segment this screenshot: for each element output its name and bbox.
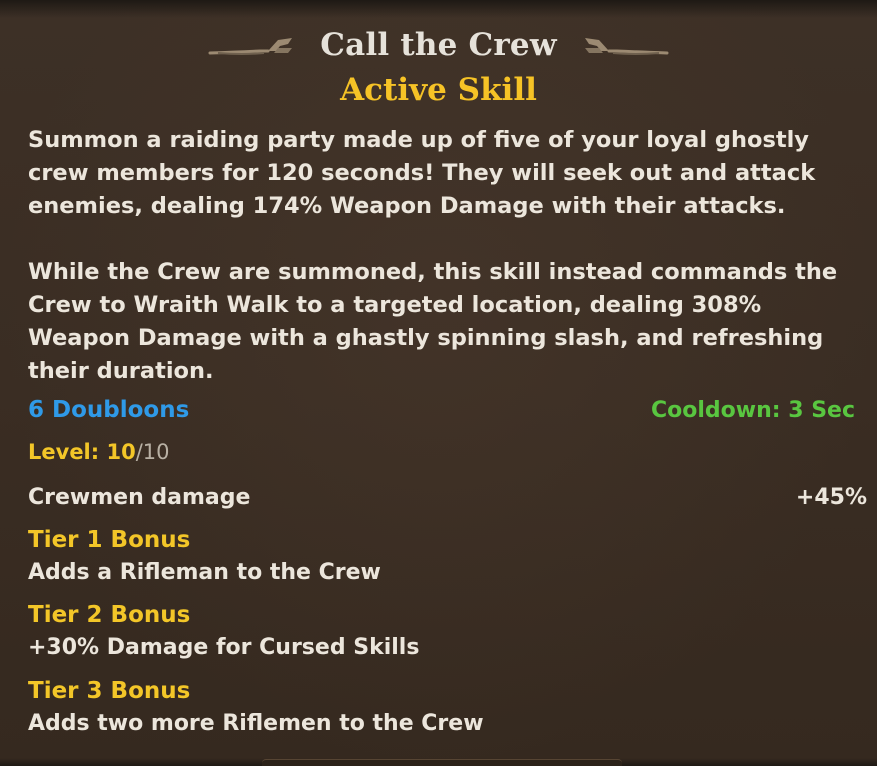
cost-cooldown-row: 6 Doubloons Cooldown: 3 Sec [28, 393, 867, 427]
tier-title: Tier 3 Bonus [28, 678, 191, 704]
tooltip-bottom-tab [262, 759, 622, 766]
skill-description-secondary: While the Crew are summoned, this skill … [28, 259, 838, 384]
ornament-flourish-left-icon [208, 38, 293, 55]
tooltip-top-edge [0, 0, 877, 18]
title-row: Call the Crew [0, 22, 877, 68]
skill-cooldown: Cooldown: 3 Sec [651, 397, 855, 423]
tier-bonus-2: Tier 2 Bonus +30% Damage for Cursed Skil… [28, 599, 858, 665]
level-max: /10 [135, 440, 170, 464]
tier-description: +30% Damage for Cursed Skills [28, 635, 420, 660]
tier-title: Tier 2 Bonus [28, 602, 191, 628]
skill-level: Level: 10/10 [28, 440, 170, 464]
skill-type: Active Skill [340, 72, 537, 108]
level-label: Level: [28, 440, 107, 464]
level-current: 10 [106, 440, 136, 464]
ornament-flourish-right-icon [584, 38, 669, 55]
tier-description: Adds two more Riflemen to the Crew [28, 711, 484, 736]
stat-name: Crewmen damage [28, 484, 251, 510]
stat-value: +45% [795, 484, 867, 510]
skill-title: Call the Crew [320, 27, 557, 63]
stat-row: Crewmen damage +45% [28, 480, 867, 514]
tier-bonus-1: Tier 1 Bonus Adds a Rifleman to the Crew [28, 524, 858, 590]
skill-description-primary: Summon a raiding party made up of five o… [28, 127, 816, 219]
tier-title: Tier 1 Bonus [28, 527, 191, 553]
tier-description: Adds a Rifleman to the Crew [28, 560, 381, 585]
tier-bonus-3: Tier 3 Bonus Adds two more Riflemen to t… [28, 675, 858, 741]
skill-cost: 6 Doubloons [28, 397, 190, 423]
skill-tooltip: Call the Crew Active Skill Summon a raid… [0, 0, 877, 766]
